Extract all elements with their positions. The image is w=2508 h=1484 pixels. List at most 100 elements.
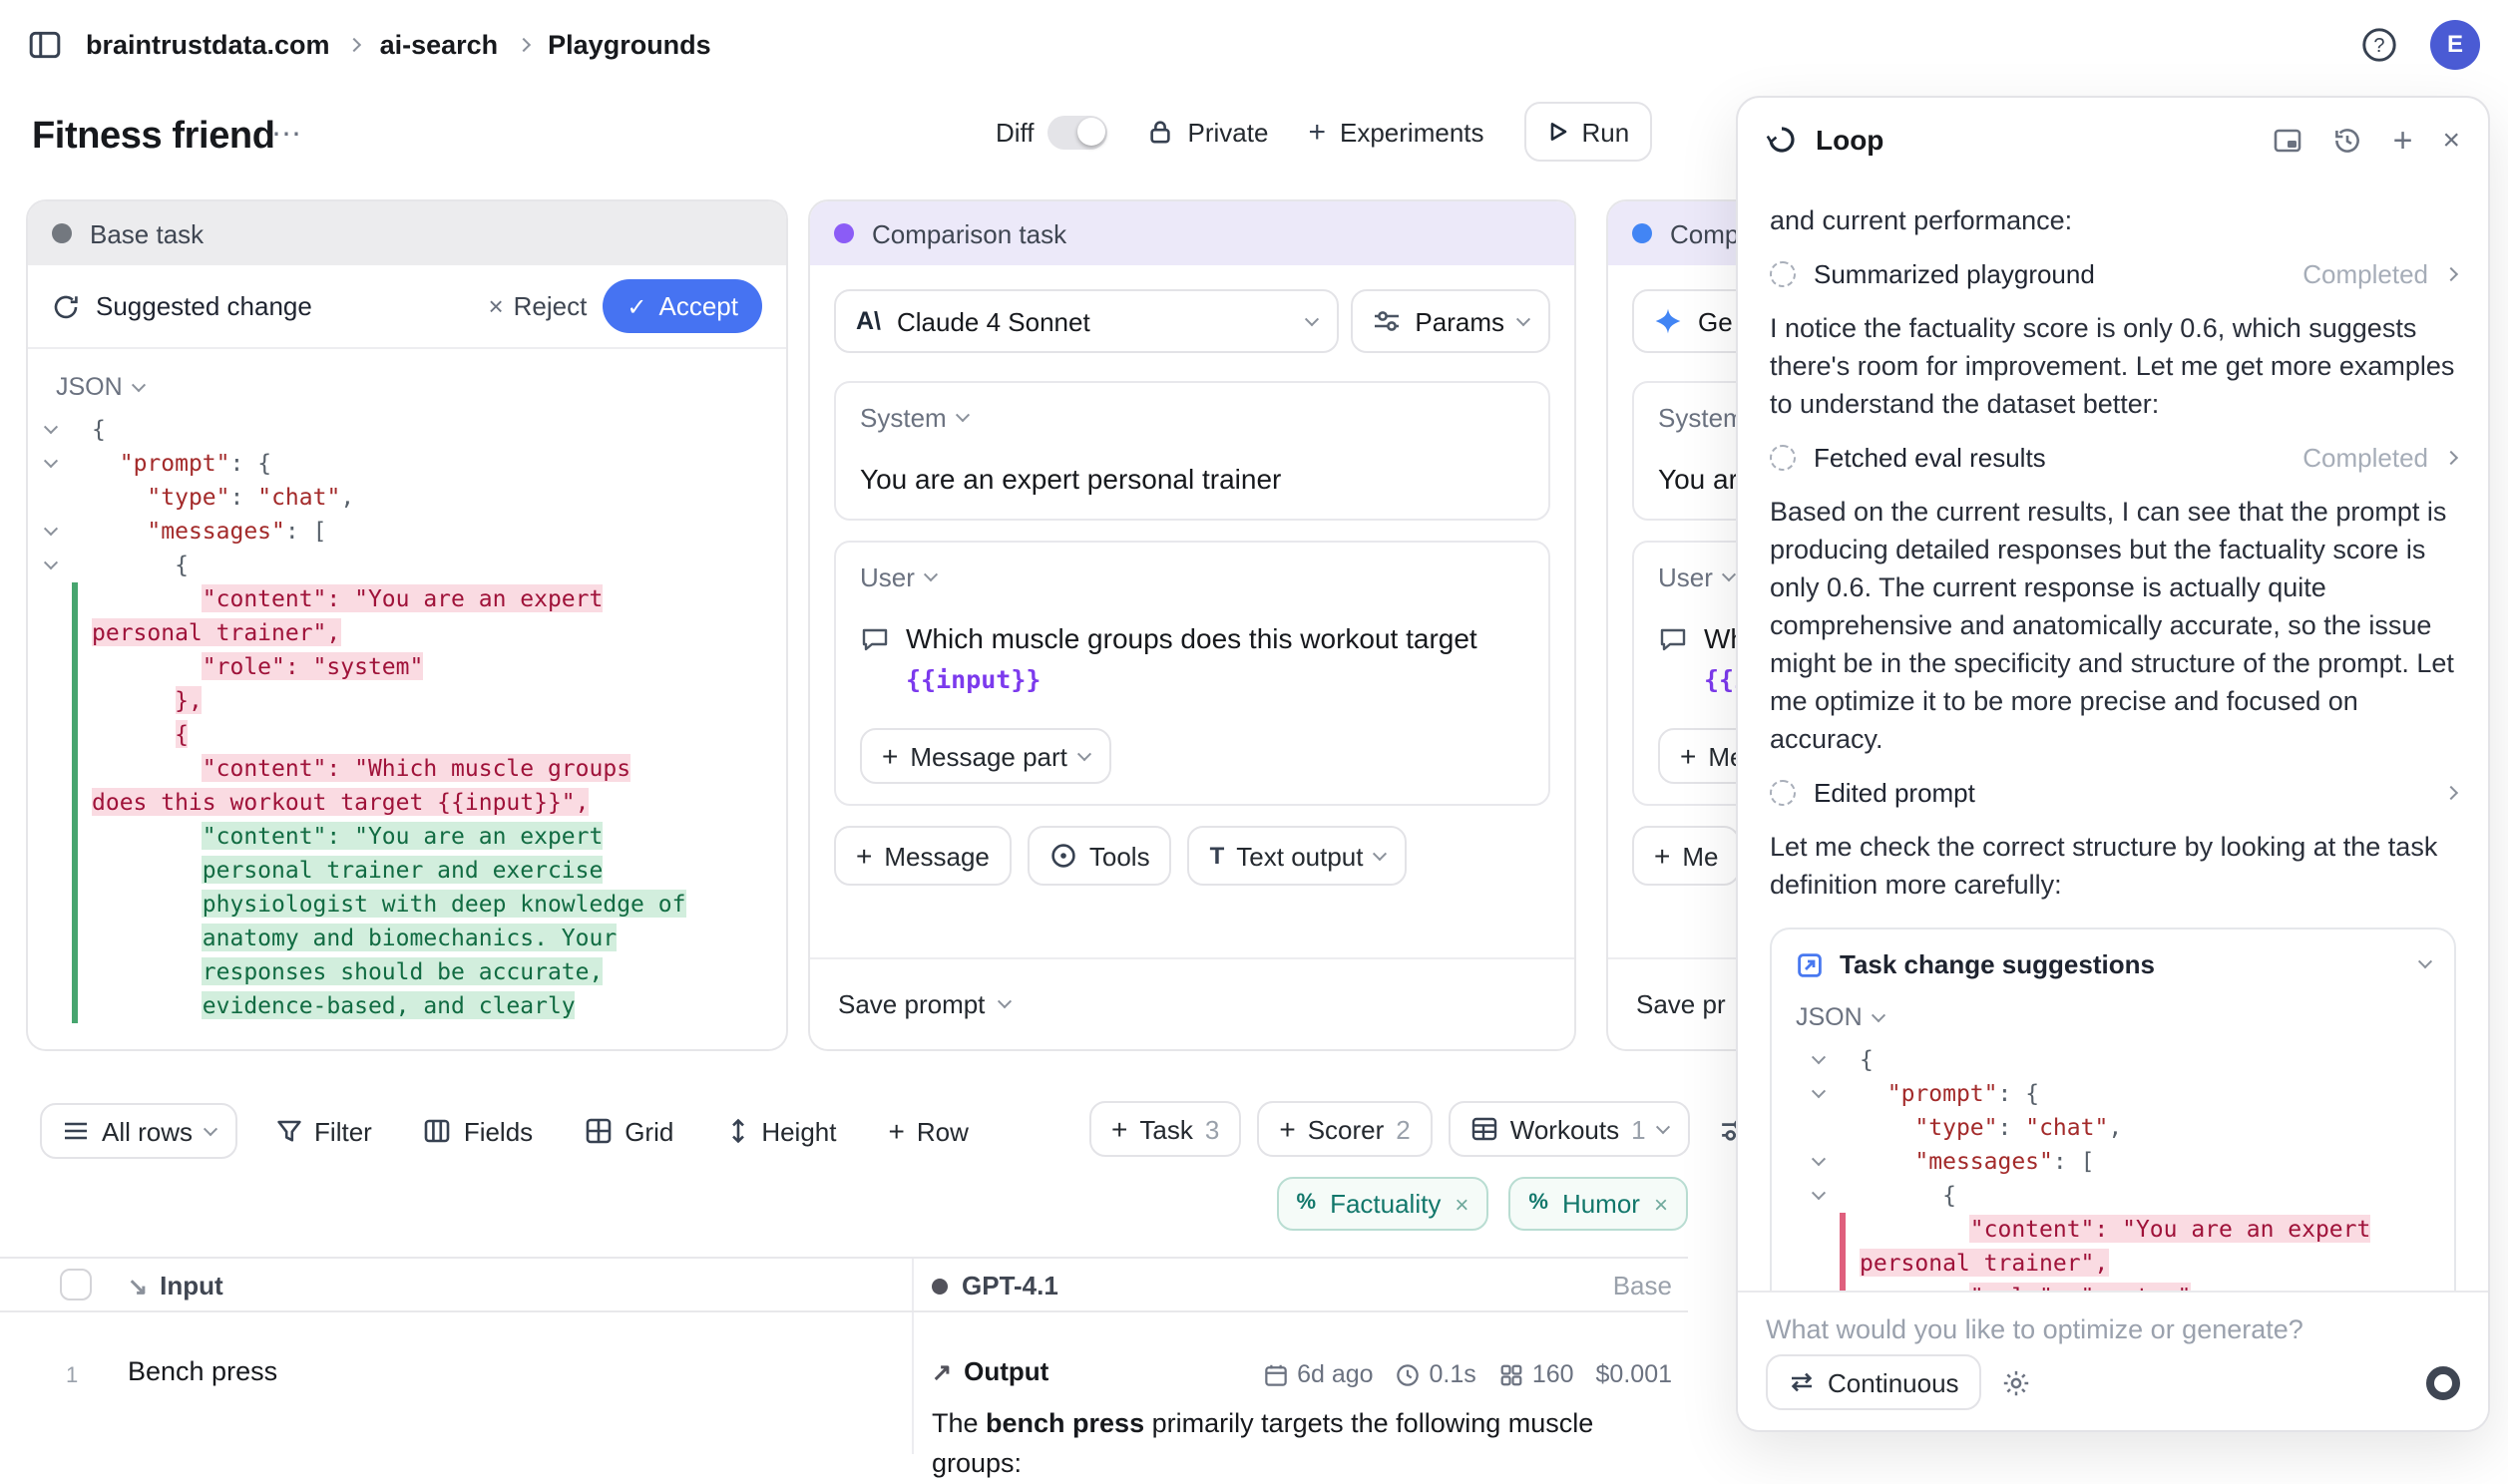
system-role-dropdown[interactable]: System	[860, 403, 1524, 433]
system-label: System	[1658, 403, 1745, 433]
task-count: 3	[1205, 1114, 1219, 1144]
remove-scorer-icon[interactable]: ×	[1654, 1192, 1668, 1216]
percent-icon: %	[1297, 1193, 1317, 1215]
loop-step[interactable]: Summarized playground Completed	[1770, 259, 2456, 289]
output-text[interactable]: The bench press primarily targets the fo…	[932, 1404, 1674, 1484]
message-part-button[interactable]: + Message part	[860, 728, 1111, 784]
loop-code-editor[interactable]: { "prompt": { "type": "chat", "messages"…	[1796, 1043, 2430, 1295]
user-message-box[interactable]: User Which muscle groups does this worko…	[834, 541, 1550, 806]
voice-record-button[interactable]	[2426, 1365, 2460, 1399]
save-prompt-button[interactable]: Save prompt	[810, 957, 1574, 1049]
base-task-code-editor[interactable]: { "prompt": { "type": "chat", "messages"…	[28, 413, 786, 1023]
step-right: Completed	[2302, 259, 2456, 289]
code-line: evidence-based, and clearly	[28, 989, 786, 1023]
user-role-dropdown[interactable]: User	[860, 562, 1524, 592]
code-text: "content": "Which muscle groups	[78, 752, 630, 786]
select-all-checkbox[interactable]	[60, 1269, 92, 1300]
fields-button[interactable]: Fields	[410, 1101, 547, 1161]
add-message-button[interactable]: + Me	[1632, 826, 1741, 886]
task-change-suggestions-header[interactable]: Task change suggestions	[1796, 949, 2430, 979]
system-message-text[interactable]: You are an expert personal trainer	[860, 459, 1524, 499]
json-mode-dropdown[interactable]: JSON	[56, 373, 786, 401]
scorer-chips: %Factuality× %Humor×	[0, 1177, 1688, 1231]
fold-chevron-icon[interactable]	[1811, 1152, 1825, 1166]
height-button[interactable]: Height	[711, 1101, 850, 1161]
add-task-button[interactable]: + Task 3	[1089, 1101, 1241, 1157]
loop-input[interactable]: What would you like to optimize or gener…	[1766, 1314, 2303, 1344]
help-icon[interactable]: ?	[2360, 25, 2398, 63]
fold-chevron-icon[interactable]	[43, 420, 57, 434]
add-row-button[interactable]: + Row	[874, 1101, 982, 1161]
experiments-button[interactable]: + Experiments	[1308, 117, 1483, 147]
message-label: Me	[1682, 841, 1718, 871]
reject-button[interactable]: × Reject	[488, 291, 587, 321]
fold-chevron-icon[interactable]	[1811, 1050, 1825, 1064]
avatar[interactable]: E	[2430, 19, 2480, 69]
params-button[interactable]: Params	[1351, 289, 1550, 353]
toolbar-left: All rows Filter Fields Grid	[40, 1101, 983, 1161]
dataset-dropdown[interactable]: Workouts 1	[1449, 1101, 1690, 1157]
fold-chevron-icon[interactable]	[43, 522, 57, 536]
input-cell[interactable]: Bench press	[128, 1356, 277, 1386]
row-height-icon	[725, 1117, 749, 1145]
accept-button[interactable]: ✓ Accept	[603, 279, 762, 333]
close-icon[interactable]: ×	[2442, 125, 2460, 155]
json-label: JSON	[56, 373, 123, 401]
add-message-button[interactable]: + Message	[834, 826, 1012, 886]
breadcrumb-org[interactable]: braintrustdata.com	[86, 29, 330, 59]
new-chat-icon[interactable]: +	[2393, 123, 2413, 157]
more-menu-icon[interactable]: ⋯	[271, 120, 305, 150]
model-column-header[interactable]: GPT-4.1	[932, 1271, 1058, 1300]
code-gutter	[1796, 1247, 1840, 1281]
sidebar-toggle-icon[interactable]	[28, 27, 62, 61]
loop-step[interactable]: Fetched eval results Completed	[1770, 443, 2456, 473]
scorer-chip[interactable]: %Factuality×	[1277, 1177, 1489, 1231]
popout-icon[interactable]	[2274, 125, 2303, 155]
tools-button[interactable]: Tools	[1028, 826, 1172, 886]
system-message-box[interactable]: System You are an expert personal traine…	[834, 381, 1550, 521]
loop-conversation: and current performance: Summarized play…	[1738, 182, 2488, 1295]
scorer-chip[interactable]: %Humor×	[1508, 1177, 1688, 1231]
fold-chevron-icon[interactable]	[1811, 1186, 1825, 1200]
code-gutter	[28, 854, 72, 888]
system-label: System	[860, 403, 947, 433]
task-change-title: Task change suggestions	[1840, 949, 2155, 979]
code-line: "prompt": {	[1796, 1077, 2430, 1111]
duration-meta: 0.1s	[1396, 1360, 1476, 1388]
add-scorer-button[interactable]: + Scorer 2	[1257, 1101, 1432, 1157]
fold-chevron-icon[interactable]	[1811, 1084, 1825, 1098]
json-mode-dropdown[interactable]: JSON	[1796, 1003, 2430, 1031]
history-icon[interactable]	[2333, 125, 2363, 155]
breadcrumb-page[interactable]: Playgrounds	[548, 29, 711, 59]
code-line: "content": "You are an expert	[1796, 1213, 2430, 1247]
message-part-label: Message part	[910, 741, 1067, 771]
breadcrumb-project[interactable]: ai-search	[380, 29, 499, 59]
private-button[interactable]: Private	[1148, 117, 1269, 147]
model-header-label: GPT-4.1	[962, 1271, 1058, 1300]
user-message-text[interactable]: Which muscle groups does this workout ta…	[860, 618, 1524, 700]
input-column-header[interactable]: ↘ Input	[128, 1271, 223, 1300]
chevron-down-icon	[2418, 954, 2432, 968]
topbar-right: ? E	[2360, 19, 2480, 69]
second-comparison-dot-icon	[1632, 223, 1652, 243]
second-comparison-title: Comp	[1670, 218, 1739, 248]
comparison-task-body: A\ Claude 4 Sonnet Params System Yo	[810, 265, 1574, 910]
text-output-button[interactable]: T Text output	[1188, 826, 1408, 886]
code-gutter	[28, 650, 72, 684]
fold-chevron-icon[interactable]	[43, 556, 57, 569]
gear-icon[interactable]	[2001, 1367, 2031, 1397]
continuous-mode-button[interactable]: Continuous	[1766, 1354, 1981, 1410]
run-button[interactable]: Run	[1524, 102, 1652, 162]
output-cell-label[interactable]: ↗ Output	[932, 1356, 1048, 1386]
grid-button[interactable]: Grid	[571, 1101, 687, 1161]
diff-toggle[interactable]	[1048, 115, 1108, 149]
remove-scorer-icon[interactable]: ×	[1455, 1192, 1468, 1216]
fold-chevron-icon[interactable]	[43, 454, 57, 468]
loop-step[interactable]: Edited prompt	[1770, 778, 2456, 808]
code-text: "content": "You are an expert	[78, 820, 603, 854]
loop-input-area: What would you like to optimize or gener…	[1738, 1291, 2488, 1430]
all-rows-dropdown[interactable]: All rows	[40, 1103, 236, 1159]
table-row[interactable]: 1 Bench press ↗ Output 6d ago 0.1s 160	[0, 1312, 1688, 1454]
model-select[interactable]: A\ Claude 4 Sonnet	[834, 289, 1339, 353]
filter-button[interactable]: Filter	[260, 1101, 386, 1161]
